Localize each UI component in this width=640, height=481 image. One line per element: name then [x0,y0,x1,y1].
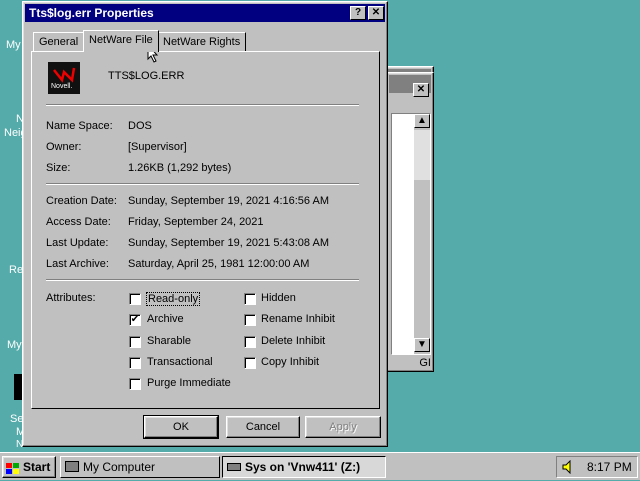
size-value: 1.26KB (1,292 bytes) [128,162,232,174]
tab-strip: General NetWare File NetWare Rights [31,30,381,52]
checkbox-archive[interactable]: ✔ [129,314,141,326]
checkbox-transactional[interactable] [129,357,141,369]
dialog-title: Tts$log.err Properties [29,6,154,20]
windows-logo-icon [6,461,20,474]
desktop-icon[interactable] [14,374,22,400]
ok-button[interactable]: OK [143,415,219,439]
cancel-button[interactable]: Cancel [226,416,300,438]
help-button[interactable]: ? [350,6,366,20]
task-my-computer[interactable]: My Computer [60,456,220,478]
last-update-label: Last Update: [46,237,109,249]
file-list[interactable]: ▲ ▼ [391,113,431,355]
creation-date-label: Creation Date: [46,195,117,207]
checkbox-hidden[interactable] [244,293,256,305]
hidden-label[interactable]: Hidden [261,292,296,304]
last-update-value: Sunday, September 19, 2021 5:43:08 AM [128,237,329,249]
dialog-titlebar[interactable]: Tts$log.err Properties [25,4,385,22]
close-button[interactable]: ✕ [368,6,384,20]
start-label: Start [23,460,51,474]
background-window-2[interactable]: ✕ ▲ ▼ GI [386,72,434,372]
novell-logo-text: Novell. [51,83,73,90]
task-sys-on-vnw411[interactable]: Sys on 'Vnw411' (Z:) [222,456,386,478]
owner-value: [Supervisor] [128,141,187,153]
name-space-label: Name Space: [46,120,113,132]
computer-icon [65,461,79,472]
desktop-icon-label-my-computer[interactable]: My [6,39,21,51]
last-archive-label: Last Archive: [46,258,109,270]
attributes-label: Attributes: [46,292,96,304]
network-drive-icon [227,463,241,471]
rename-inhibit-label[interactable]: Rename Inhibit [261,313,335,325]
read-only-label[interactable]: Read-only [146,292,201,306]
tab-netware-file[interactable]: NetWare File [83,30,159,52]
cancel-label: Cancel [245,421,281,433]
clock[interactable]: 8:17 PM [587,460,632,474]
desktop-icon-label-my-briefcase[interactable]: My [7,339,22,351]
tab-page: Novell. TTS$LOG.ERR Name Space: DOS Owne… [31,51,380,409]
transactional-label[interactable]: Transactional [147,356,213,368]
apply-label: Apply [329,421,357,433]
copy-inhibit-label[interactable]: Copy Inhibit [261,356,319,368]
size-label: Size: [46,162,71,174]
delete-inhibit-label[interactable]: Delete Inhibit [261,335,325,347]
last-archive-value: Saturday, April 25, 1981 12:00:00 AM [128,258,310,270]
creation-date-value: Sunday, September 19, 2021 4:16:56 AM [128,195,329,207]
archive-label[interactable]: Archive [147,313,184,325]
apply-button[interactable]: Apply [305,416,381,438]
separator [46,104,359,106]
checkbox-copy-inhibit[interactable] [244,357,256,369]
sharable-label[interactable]: Sharable [147,335,191,347]
start-button[interactable]: Start [2,456,56,478]
checkbox-purge-immediate[interactable] [129,378,141,390]
scroll-up-icon[interactable]: ▲ [414,114,430,128]
task-label: Sys on 'Vnw411' (Z:) [245,460,361,474]
owner-label: Owner: [46,141,82,153]
checkbox-sharable[interactable] [129,336,141,348]
speaker-icon[interactable] [561,459,575,475]
checkbox-delete-inhibit[interactable] [244,336,256,348]
file-name: TTS$LOG.ERR [108,70,185,82]
taskbar: Start My Computer Sys on 'Vnw411' (Z:) 8… [0,452,640,480]
novell-logo: Novell. [48,62,80,94]
name-space-value: DOS [128,120,152,132]
ok-label: OK [173,421,189,433]
access-date-label: Access Date: [46,216,111,228]
checkbox-read-only[interactable] [129,293,141,305]
system-tray: 8:17 PM [556,456,638,478]
scroll-down-icon[interactable]: ▼ [414,338,430,352]
properties-dialog[interactable]: Tts$log.err Properties ? ✕ General NetWa… [22,1,388,447]
checkbox-rename-inhibit[interactable] [244,314,256,326]
scrollbar[interactable]: ▲ ▼ [414,114,430,354]
tab-netware-rights[interactable]: NetWare Rights [157,32,247,52]
access-date-value: Friday, September 24, 2021 [128,216,264,228]
separator [46,279,359,281]
task-label: My Computer [83,460,156,474]
tab-general[interactable]: General [33,32,85,52]
background-window-status: GI [419,357,431,369]
close-icon[interactable]: ✕ [413,83,429,97]
purge-immediate-label[interactable]: Purge Immediate [147,377,231,389]
separator [46,183,359,185]
desktop-icon-label-recycle[interactable]: Re [9,264,23,276]
scroll-thumb[interactable] [414,130,430,180]
